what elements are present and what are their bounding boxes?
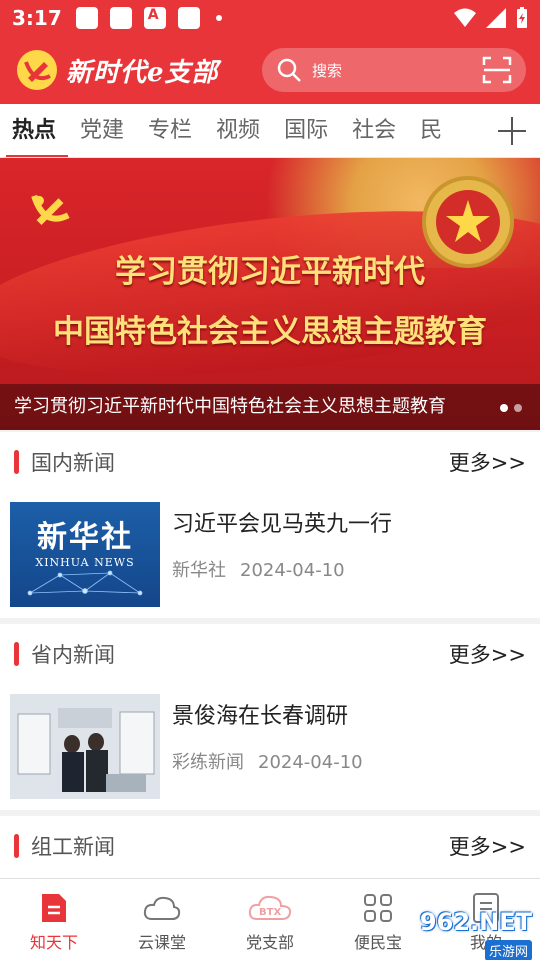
news-source: 彩练新闻: [172, 752, 244, 773]
section-header: 组工新闻 更多>>: [0, 816, 540, 876]
tab-international[interactable]: 国际: [272, 104, 340, 157]
carousel-dot: [514, 404, 522, 412]
network-graphic: [27, 570, 143, 596]
battery-icon: [517, 7, 527, 28]
more-link[interactable]: 更多>>: [449, 447, 526, 477]
watermark-subtext: 乐游网: [484, 940, 532, 960]
news-meta: 新华社 2024-04-10: [172, 556, 392, 582]
app-logo: 新时代e支部: [14, 48, 219, 92]
news-text: 景俊海在长春调研 彩练新闻 2024-04-10: [172, 694, 363, 794]
more-notifications-icon: [215, 15, 222, 21]
section-title: 省内新闻: [31, 643, 115, 667]
news-title[interactable]: 习近平会见马英九一行: [172, 506, 392, 538]
section-accent-bar: [14, 834, 19, 858]
organization-news-section: 组工新闻 更多>>: [0, 816, 540, 878]
notification-icon: [177, 7, 200, 29]
provincial-news-section: 省内新闻 更多>> 景俊海在长春调研 彩练新闻 2024-04-10: [0, 624, 540, 810]
tab-hot[interactable]: 热点: [0, 104, 69, 157]
news-item[interactable]: 新华社 XINHUA NEWS 习近平会见马英九一行 新华社 2024-04-10: [0, 492, 540, 612]
section-accent-bar: [14, 450, 19, 474]
nav-label: 云课堂: [137, 933, 186, 952]
news-meta: 彩练新闻 2024-04-10: [172, 748, 363, 774]
status-bar: 3:17: [0, 0, 540, 36]
tab-society[interactable]: 社会: [340, 104, 408, 157]
news-thumbnail: 新华社 XINHUA NEWS: [10, 502, 160, 607]
search-placeholder: 搜索: [312, 61, 343, 80]
tab-columns[interactable]: 专栏: [136, 104, 204, 157]
document-icon: [39, 891, 69, 925]
nav-convenience[interactable]: 便民宝: [324, 879, 432, 960]
status-time: 3:17: [12, 6, 62, 30]
section-title: 组工新闻: [31, 835, 115, 859]
news-thumbnail: [10, 694, 160, 799]
cloud-icon: [143, 891, 181, 925]
section-header: 国内新闻 更多>>: [0, 432, 540, 492]
app-title: 新时代e支部: [66, 57, 219, 88]
tab-party-building[interactable]: 党建: [68, 104, 136, 157]
party-emblem-icon: [31, 194, 70, 226]
app-header: 新时代e支部 搜索: [0, 36, 540, 104]
news-date: 2024-04-10: [258, 752, 363, 773]
search-icon: [277, 58, 301, 82]
section-title: 国内新闻: [31, 451, 115, 475]
add-tab-button[interactable]: [484, 104, 540, 157]
wifi-icon: [454, 8, 476, 27]
nav-label: 便民宝: [353, 933, 402, 952]
carousel-indicator: [500, 404, 522, 412]
banner-caption[interactable]: 学习贯彻习近平新时代中国特色社会主义思想主题教育: [0, 384, 540, 430]
nav-cloud-class[interactable]: 云课堂: [108, 879, 216, 960]
tab-video[interactable]: 视频: [204, 104, 272, 157]
signal-icon: [486, 8, 506, 28]
nav-party-branch[interactable]: BTX 党支部: [216, 879, 324, 960]
watermark-text: 962.NET: [419, 908, 532, 936]
notification-icon: [75, 7, 98, 29]
category-tabs: 热点 党建 专栏 视频 国际 社会 民: [0, 104, 540, 158]
carousel-dot: [500, 404, 508, 412]
news-photo: [10, 694, 160, 799]
news-title[interactable]: 景俊海在长春调研: [172, 698, 363, 730]
thumbnail-logo-cn: 新华社: [37, 520, 133, 555]
news-text: 习近平会见马英九一行 新华社 2024-04-10: [172, 502, 392, 602]
nav-news[interactable]: 知天下: [0, 879, 108, 960]
news-source: 新华社: [172, 560, 226, 581]
site-watermark: 962.NET 乐游网: [419, 908, 532, 960]
news-item[interactable]: 景俊海在长春调研 彩练新闻 2024-04-10: [0, 684, 540, 804]
section-header: 省内新闻 更多>>: [0, 624, 540, 684]
notification-icon: [109, 7, 132, 29]
section-accent-bar: [14, 642, 19, 666]
plus-icon: [498, 117, 526, 145]
tab-people[interactable]: 民: [408, 104, 454, 157]
btx-cloud-icon: BTX: [247, 891, 293, 925]
grid-icon: [362, 891, 394, 925]
party-emblem-icon: [17, 50, 57, 90]
domestic-news-section: 国内新闻 更多>> 新华社 XINHUA NEWS 习近平会见马英九一行 新华社…: [0, 432, 540, 618]
banner-headline-line2: 中国特色社会主义思想主题教育: [53, 314, 487, 350]
more-link[interactable]: 更多>>: [449, 639, 526, 669]
nav-label: 党支部: [245, 933, 294, 952]
banner-headline-line1: 学习贯彻习近平新时代: [115, 254, 425, 290]
more-link[interactable]: 更多>>: [449, 831, 526, 861]
svg-text:BTX: BTX: [259, 907, 281, 918]
nav-label: 知天下: [29, 933, 78, 952]
search-bar[interactable]: 搜索: [262, 48, 526, 92]
notification-icon: [143, 7, 166, 29]
scan-icon[interactable]: [482, 56, 512, 84]
news-date: 2024-04-10: [240, 560, 345, 581]
